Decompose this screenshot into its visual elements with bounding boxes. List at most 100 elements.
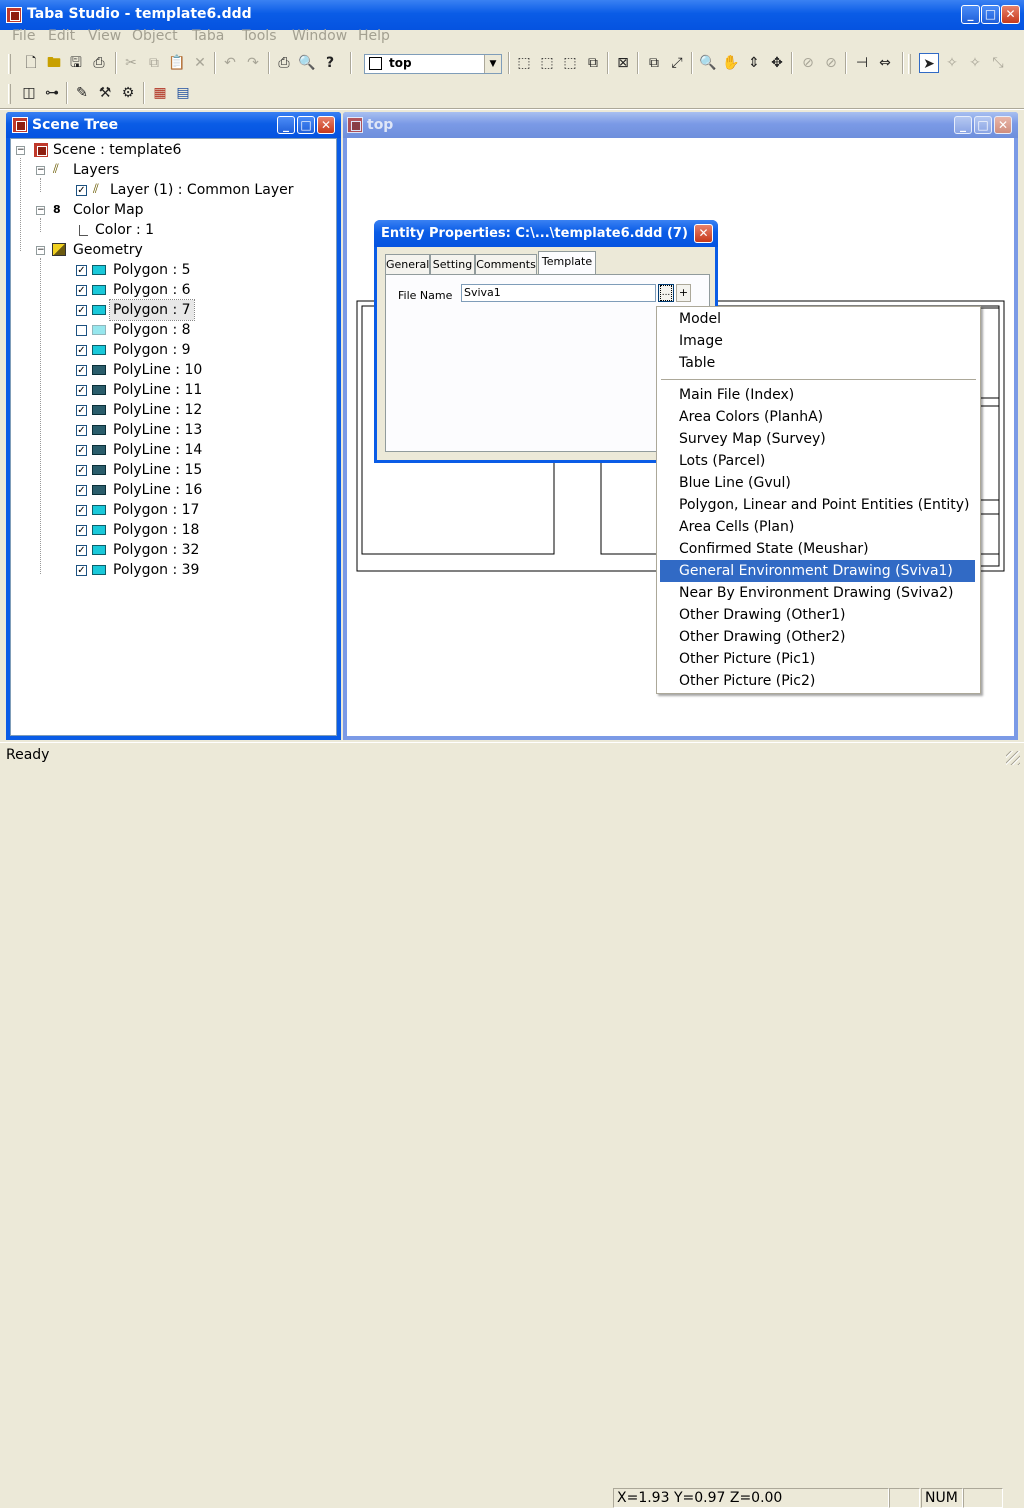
frame-icon[interactable]: ⊠	[613, 53, 633, 73]
layers-stack-icon[interactable]: ▤	[173, 83, 193, 103]
move-all-icon[interactable]: ✥	[767, 53, 787, 73]
visibility-checkbox[interactable]: ✓	[76, 365, 87, 376]
collapse-icon[interactable]: −	[36, 166, 45, 175]
menu-edit[interactable]: Edit	[48, 28, 75, 44]
dialog-title-bar[interactable]: Entity Properties: C:\...\template6.ddd …	[374, 220, 718, 247]
visibility-checkbox[interactable]: ✓	[76, 265, 87, 276]
visibility-checkbox[interactable]: ✓	[76, 525, 87, 536]
file-name-input[interactable]: Sviva1	[461, 284, 656, 302]
zoom-icon[interactable]: 🔍	[698, 53, 718, 73]
node-move-icon[interactable]: ⤡	[988, 53, 1008, 73]
browse-button[interactable]: ...	[658, 284, 674, 302]
viewport-close-button[interactable]: ✕	[994, 116, 1012, 134]
dialog-close-button[interactable]: ✕	[694, 224, 713, 243]
box-front-icon[interactable]: ⬚	[514, 53, 534, 73]
menu-item[interactable]: Survey Map (Survey)	[660, 428, 975, 450]
print-icon[interactable]: ⎙	[274, 53, 294, 73]
building-icon[interactable]: ▦	[150, 83, 170, 103]
tab-comments[interactable]: Comments	[475, 254, 537, 274]
layer-checkbox[interactable]: ✓	[76, 185, 87, 196]
node-edit-icon[interactable]: ✧	[942, 53, 962, 73]
menu-item[interactable]: Model	[660, 308, 975, 330]
visibility-checkbox[interactable]: ✓	[76, 285, 87, 296]
viewport-maximize-button[interactable]: □	[974, 116, 992, 134]
visibility-checkbox[interactable]: ✓	[76, 445, 87, 456]
collapse-icon[interactable]: −	[16, 146, 25, 155]
menu-item[interactable]: Lots (Parcel)	[660, 450, 975, 472]
visibility-checkbox[interactable]: ✓	[76, 565, 87, 576]
visibility-checkbox[interactable]: ✓	[76, 485, 87, 496]
new-file-icon[interactable]: 🗋	[21, 53, 41, 73]
flip-icon[interactable]: ⇔	[875, 53, 895, 73]
box-side-icon[interactable]: ⬚	[537, 53, 557, 73]
delete-icon[interactable]: ✕	[190, 53, 210, 73]
copy-icon[interactable]: ⧉	[144, 53, 164, 73]
menu-object[interactable]: Object	[132, 28, 178, 44]
visibility-checkbox[interactable]: ✓	[76, 405, 87, 416]
tab-setting[interactable]: Setting	[430, 254, 475, 274]
toolbar-grip[interactable]	[8, 54, 11, 74]
visibility-checkbox[interactable]: ✓	[76, 345, 87, 356]
undo-icon[interactable]: ↶	[220, 53, 240, 73]
toolbar-grip[interactable]	[908, 54, 911, 74]
visibility-checkbox[interactable]: ✓	[76, 505, 87, 516]
open-folder-icon[interactable]: 🖿	[44, 53, 64, 73]
pin-icon[interactable]: ⊣	[852, 53, 872, 73]
menu-taba[interactable]: Taba	[192, 28, 224, 44]
menu-window[interactable]: Window	[292, 28, 347, 44]
scene-tree-maximize-button[interactable]: □	[297, 116, 315, 134]
print-preview-icon[interactable]: 🔍	[297, 53, 317, 73]
print-setup-icon[interactable]: ⎙	[89, 53, 109, 73]
menu-item[interactable]: Other Drawing (Other2)	[660, 626, 975, 648]
visibility-checkbox[interactable]: ✓	[76, 385, 87, 396]
menu-item[interactable]: Other Drawing (Other1)	[660, 604, 975, 626]
close-button[interactable]: ✕	[1001, 5, 1020, 24]
zoom-next-icon[interactable]: ⊘	[821, 53, 841, 73]
menu-item[interactable]: Other Picture (Pic1)	[660, 648, 975, 670]
paste-icon[interactable]: 📋	[167, 53, 187, 73]
menu-item[interactable]: Main File (Index)	[660, 384, 975, 406]
resize-icon[interactable]: ⤢	[667, 53, 687, 73]
panel-icon[interactable]: ◫	[19, 83, 39, 103]
save-icon[interactable]: 🖫	[66, 53, 86, 73]
menu-item[interactable]: Table	[660, 352, 975, 374]
tools-icon[interactable]: ⚒	[95, 83, 115, 103]
tab-template[interactable]: Template	[538, 251, 596, 274]
maximize-button[interactable]: □	[981, 5, 1000, 24]
viewport-minimize-button[interactable]: _	[954, 116, 972, 134]
help-icon[interactable]: ?	[320, 53, 340, 73]
zoom-prev-icon[interactable]: ⊘	[798, 53, 818, 73]
visibility-checkbox[interactable]	[76, 325, 87, 336]
collapse-icon[interactable]: −	[36, 206, 45, 215]
menu-item[interactable]: Area Colors (PlanhA)	[660, 406, 975, 428]
menu-tools[interactable]: Tools	[242, 28, 277, 44]
collapse-icon[interactable]: −	[36, 246, 45, 255]
cut-icon[interactable]: ✂	[121, 53, 141, 73]
toolbar-grip[interactable]	[8, 84, 11, 104]
visibility-checkbox[interactable]: ✓	[76, 465, 87, 476]
scene-tree-minimize-button[interactable]: _	[277, 116, 295, 134]
minimize-button[interactable]: _	[961, 5, 980, 24]
menu-item[interactable]: Area Cells (Plan)	[660, 516, 975, 538]
scene-tree-body[interactable]: − Scene : template6 − ⫽ Layers ✓ ⫽ Layer…	[10, 138, 337, 736]
move-vertical-icon[interactable]: ⇕	[744, 53, 764, 73]
scene-tree-close-button[interactable]: ✕	[317, 116, 335, 134]
menu-item[interactable]: General Environment Drawing (Sviva1)	[660, 560, 975, 582]
menu-item[interactable]: Blue Line (Gvul)	[660, 472, 975, 494]
menu-help[interactable]: Help	[358, 28, 390, 44]
select-arrow-icon[interactable]: ➤	[919, 53, 939, 73]
visibility-checkbox[interactable]: ✓	[76, 425, 87, 436]
menu-item[interactable]: Near By Environment Drawing (Sviva2)	[660, 582, 975, 604]
menu-item[interactable]: Confirmed State (Meushar)	[660, 538, 975, 560]
tree-icon[interactable]: ⊶	[42, 83, 62, 103]
add-button[interactable]: +	[676, 284, 691, 302]
pan-hand-icon[interactable]: ✋	[721, 53, 741, 73]
box-stack-icon[interactable]: ⧉	[583, 53, 603, 73]
visibility-checkbox[interactable]: ✓	[76, 545, 87, 556]
tab-general[interactable]: General	[385, 254, 430, 274]
node-add-icon[interactable]: ✧	[965, 53, 985, 73]
menu-item[interactable]: Polygon, Linear and Point Entities (Enti…	[660, 494, 975, 516]
menu-item[interactable]: Image	[660, 330, 975, 352]
menu-file[interactable]: File	[12, 28, 35, 44]
menu-view[interactable]: View	[88, 28, 121, 44]
